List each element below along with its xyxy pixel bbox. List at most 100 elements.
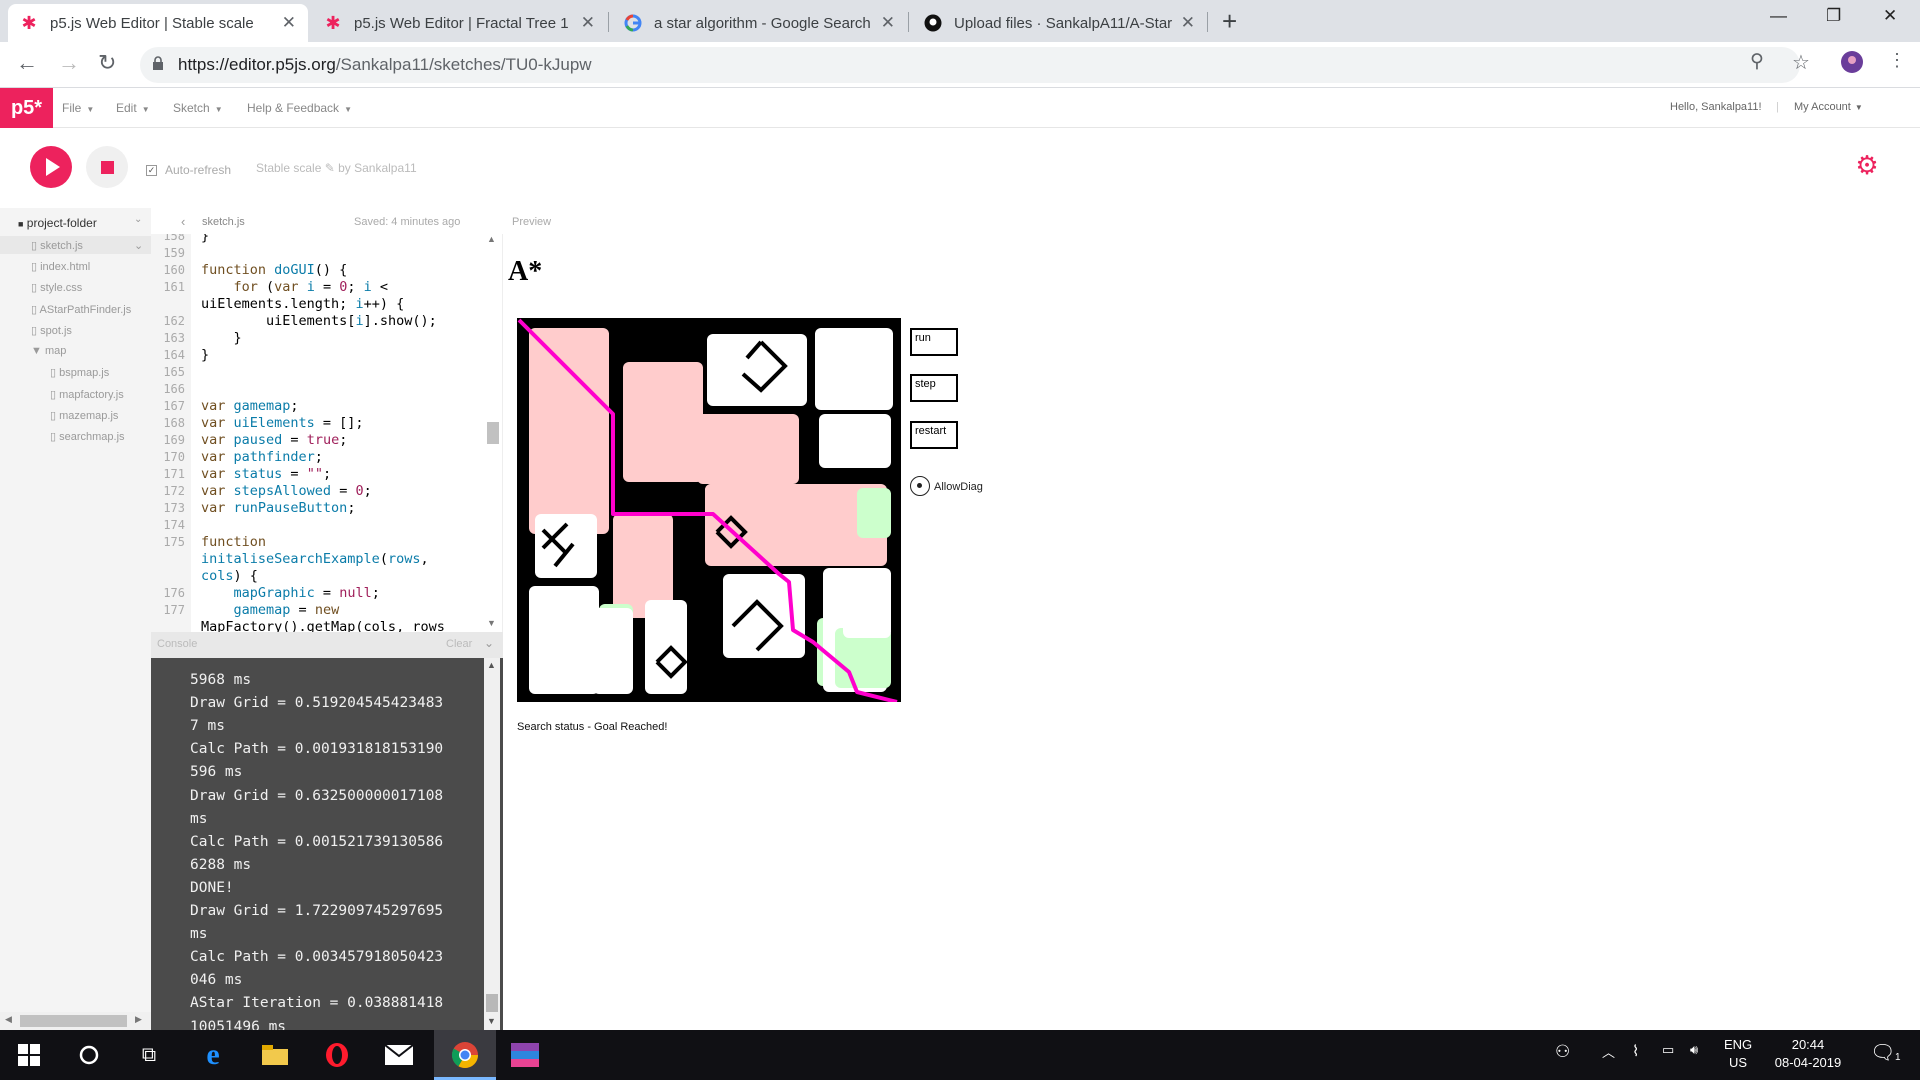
close-icon[interactable]: ✕ — [1181, 13, 1195, 33]
notification-icon[interactable]: 🗨︎ — [1870, 1040, 1895, 1065]
chevron-up-icon[interactable]: ︿ — [1602, 1042, 1615, 1061]
file-item[interactable]: ▯ bspmap.js — [50, 366, 109, 379]
code-line: initaliseSearchExample(rows, — [201, 551, 429, 567]
caret-down-icon: ▼ — [214, 105, 223, 114]
stop-button[interactable] — [86, 146, 128, 188]
chevron-down-icon[interactable]: ⌄ — [484, 636, 494, 650]
back-icon[interactable]: ← — [16, 50, 38, 76]
file-item[interactable]: ▯ spot.js — [31, 324, 72, 337]
astar-canvas[interactable] — [517, 318, 901, 702]
wifi-icon[interactable]: ⌇ — [1632, 1042, 1639, 1060]
new-tab-icon[interactable]: + — [1222, 6, 1237, 37]
browser-tab-2[interactable]: ✱ p5.js Web Editor | Fractal Tree 1 ✕ — [312, 4, 607, 42]
file-label: index.html — [40, 261, 91, 273]
gear-icon[interactable]: ⚙ — [1852, 150, 1882, 180]
console-output[interactable]: 5968 ms Draw Grid = 0.519204545423483 7 ms… — [151, 658, 503, 1030]
restart-button[interactable]: restart — [910, 421, 958, 449]
edge-icon[interactable]: e — [196, 1038, 230, 1072]
file-item[interactable]: ▯ AStarPathFinder.js — [31, 303, 131, 316]
p5-asterisk-icon: ✱ — [325, 12, 341, 33]
editor-scrollbar[interactable]: ▲ ▼ — [485, 234, 501, 632]
file-item[interactable]: ▯ style.css — [31, 281, 82, 294]
lock-icon — [153, 56, 163, 70]
winrar-icon[interactable] — [508, 1038, 542, 1072]
sketch-name[interactable]: Stable scale ✎ by Sankalpa11 — [256, 161, 417, 175]
console-line: ms — [190, 926, 208, 943]
battery-icon[interactable]: ▭ — [1662, 1042, 1674, 1058]
file-item[interactable]: ▯ mapfactory.js — [50, 388, 124, 401]
auto-refresh-toggle[interactable]: ✓ Auto-refresh — [146, 163, 231, 177]
menu-help-feedback[interactable]: Help & Feedback ▼ — [247, 101, 352, 115]
folder-item[interactable]: ▼ map — [31, 345, 66, 357]
console-line: ms — [190, 810, 208, 827]
windows-start-icon[interactable] — [12, 1038, 46, 1072]
file-item[interactable]: ▯ sketch.js ⌄ — [0, 236, 151, 254]
file-sidebar: ■ project-folder ⌄ ▯ sketch.js ⌄ ▯ index.… — [0, 208, 151, 1030]
step-button[interactable]: step — [910, 374, 958, 402]
browser-tab-3[interactable]: a star algorithm - Google Search ✕ — [612, 4, 907, 42]
run-button[interactable]: run — [910, 328, 958, 356]
tab-title: p5.js Web Editor | Fractal Tree 1 — [354, 14, 569, 32]
scrollbar-thumb[interactable] — [487, 422, 499, 444]
mail-icon[interactable] — [382, 1038, 416, 1072]
menu-edit[interactable]: Edit ▼ — [116, 101, 150, 115]
bookmark-star-icon[interactable]: ☆ — [1792, 50, 1810, 75]
chevron-down-icon[interactable]: ⌄ — [134, 214, 142, 225]
console-line: DONE! — [190, 879, 234, 896]
opera-icon[interactable] — [320, 1038, 354, 1072]
scroll-left-icon[interactable]: ◀ — [5, 1014, 12, 1025]
task-view-icon[interactable]: ⧉ — [132, 1038, 166, 1072]
sidebar-scrollbar[interactable]: ◀ ▶ — [0, 1012, 151, 1030]
p5-logo[interactable]: p5* — [0, 88, 53, 128]
profile-avatar[interactable] — [1840, 50, 1864, 80]
scroll-down-icon[interactable]: ▼ — [487, 618, 496, 628]
project-folder[interactable]: ■ project-folder — [18, 216, 97, 230]
kebab-menu-icon[interactable]: ⋮ — [1888, 50, 1906, 71]
clock[interactable]: 20:44 08-04-2019 — [1768, 1036, 1848, 1072]
reload-icon[interactable]: ↻ — [98, 50, 116, 76]
language-indicator[interactable]: ENG US — [1724, 1036, 1752, 1072]
my-account-menu[interactable]: My Account ▼ — [1794, 101, 1863, 113]
file-explorer-icon[interactable] — [258, 1038, 292, 1072]
close-icon[interactable]: ✕ — [581, 13, 595, 33]
tab-title: Upload files · SankalpA11/A-Star — [954, 14, 1173, 32]
checkbox[interactable]: ✓ — [146, 164, 157, 176]
play-button[interactable] — [30, 146, 72, 188]
file-item[interactable]: ▯ mazemap.js — [50, 409, 118, 422]
scroll-down-icon[interactable]: ▼ — [487, 1016, 496, 1026]
allow-diag-radio[interactable] — [910, 476, 930, 496]
console-scrollbar[interactable]: ▲ ▼ — [484, 658, 500, 1030]
scroll-right-icon[interactable]: ▶ — [135, 1014, 142, 1025]
minimize-icon[interactable]: — — [1770, 6, 1787, 26]
menu-sketch[interactable]: Sketch ▼ — [173, 101, 223, 115]
chevron-left-icon[interactable]: ‹ — [181, 214, 185, 229]
close-icon[interactable]: ✕ — [282, 13, 296, 33]
restore-icon[interactable]: ❐ — [1826, 6, 1841, 26]
file-item[interactable]: ▯ index.html — [31, 260, 90, 273]
close-icon[interactable]: ✕ — [881, 13, 895, 33]
scrollbar-thumb[interactable] — [20, 1015, 127, 1027]
address-bar[interactable]: https://editor.p5js.org/Sankalpa11/sketc… — [140, 47, 1800, 83]
console-clear-button[interactable]: Clear — [446, 638, 472, 650]
scroll-up-icon[interactable]: ▲ — [487, 234, 496, 244]
pencil-icon[interactable]: ✎ — [325, 161, 338, 175]
people-icon[interactable]: ⚇ — [1555, 1042, 1570, 1062]
chrome-taskbar-active[interactable] — [434, 1030, 496, 1080]
file-item[interactable]: ▯ searchmap.js — [50, 430, 125, 443]
scroll-up-icon[interactable]: ▲ — [487, 660, 496, 670]
forward-icon[interactable]: → — [58, 50, 80, 76]
zoom-icon[interactable]: ⚲ — [1750, 50, 1764, 73]
code-line: var gamemap; — [201, 398, 299, 414]
search-circle-icon[interactable] — [72, 1038, 106, 1072]
browser-tab-4[interactable]: Upload files · SankalpA11/A-Star ✕ — [912, 4, 1207, 42]
code-editor[interactable]: 158} 159 160 function doGUI() {161 for (var… — [151, 234, 503, 632]
scrollbar-thumb[interactable] — [486, 994, 498, 1012]
chevron-down-icon[interactable]: ⌄ — [134, 239, 143, 252]
browser-tab-1[interactable]: ✱ p5.js Web Editor | Stable scale ✕ — [8, 4, 308, 42]
volume-icon[interactable]: 🔊︎ — [1690, 1042, 1698, 1058]
tab-divider — [1207, 12, 1208, 32]
line-number: 158 — [163, 234, 185, 243]
menu-file[interactable]: File ▼ — [62, 101, 94, 115]
window-close-icon[interactable]: ✕ — [1883, 6, 1897, 26]
code-line: } — [201, 347, 210, 363]
